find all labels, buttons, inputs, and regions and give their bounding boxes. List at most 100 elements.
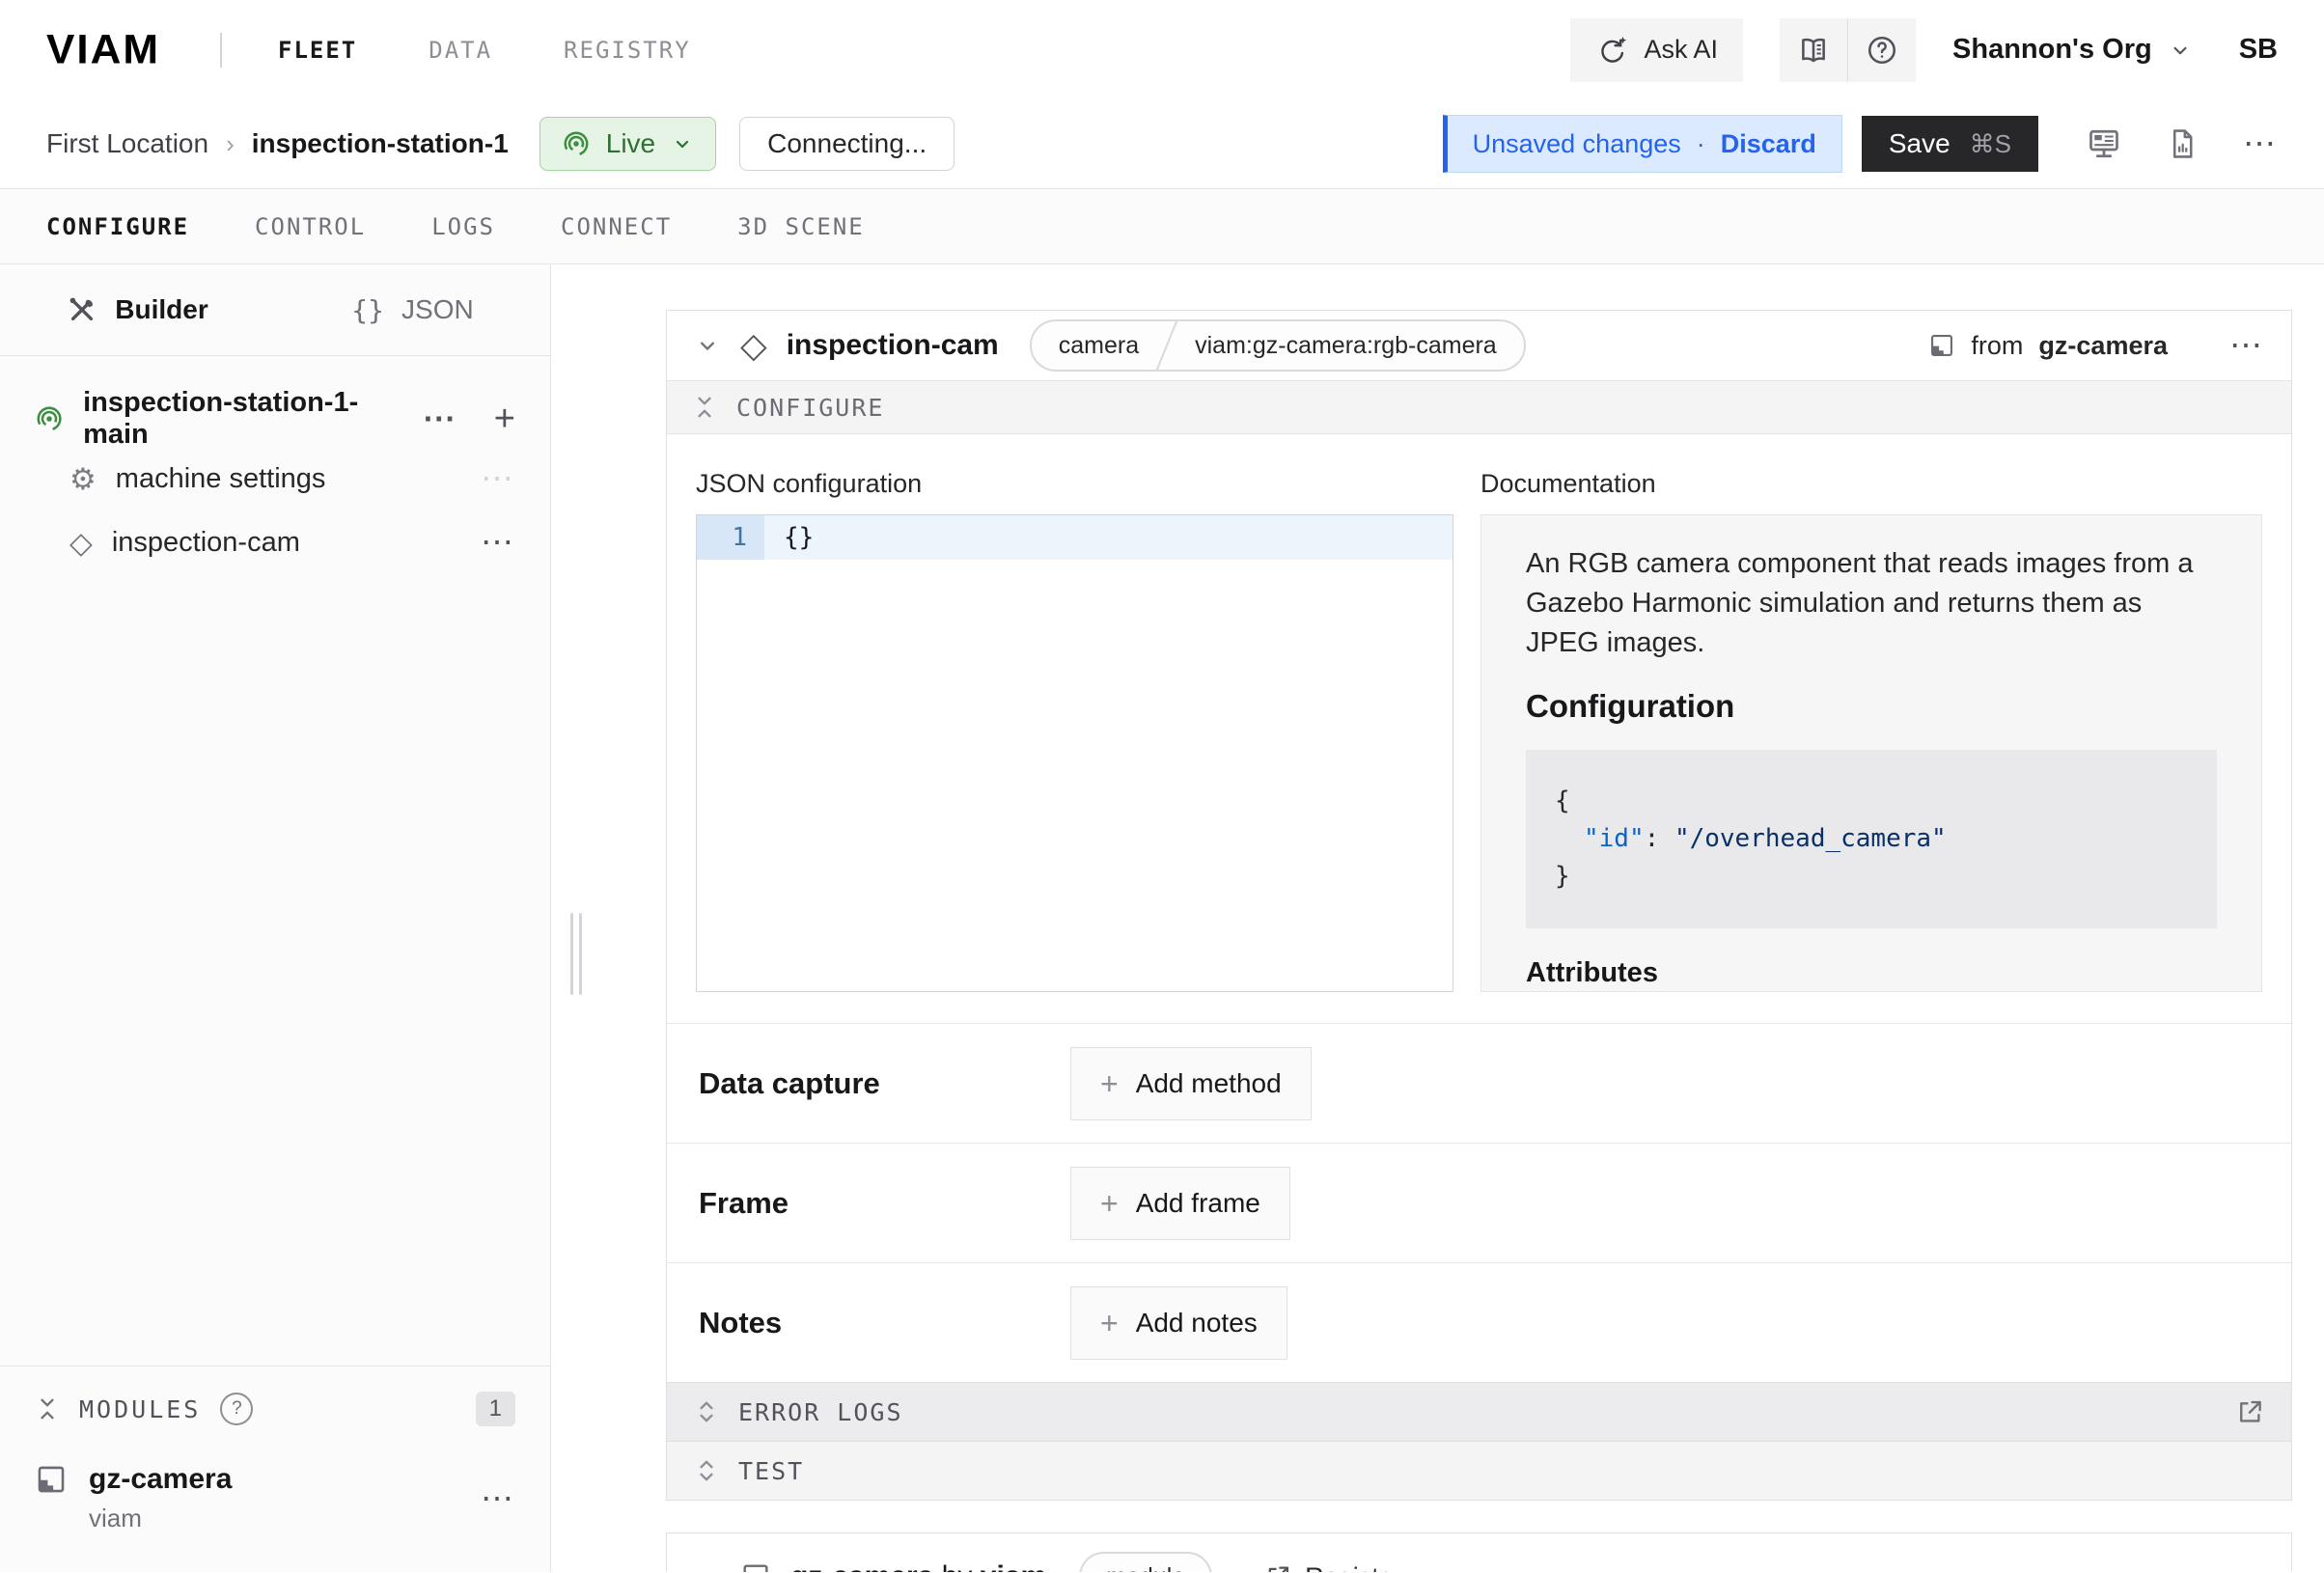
external-link-icon (1264, 1563, 1291, 1572)
tree-root-part[interactable]: inspection-station-1-main ⋯ + (0, 391, 550, 447)
add-frame-button[interactable]: + Add frame (1070, 1167, 1290, 1240)
tree-root-actions: ⋯ + (423, 400, 515, 437)
viam-logo[interactable]: VIAM (46, 27, 160, 73)
avatar[interactable]: SB (2239, 34, 2278, 66)
from-module: from gz-camera (1928, 331, 2168, 361)
component-type-pill: camera viam:gz-camera:rgb-camera (1030, 319, 1526, 372)
more-options-icon[interactable]: ⋯ (481, 526, 515, 559)
help-button[interactable] (1847, 18, 1916, 82)
code-line: } (1555, 858, 2188, 896)
error-logs-bar[interactable]: ERROR LOGS (667, 1382, 2291, 1441)
help-icon (1866, 34, 1898, 67)
plus-icon: + (1100, 1188, 1119, 1219)
tab-configure[interactable]: CONFIGURE (46, 213, 189, 240)
ask-ai-label: Ask AI (1644, 35, 1718, 65)
collapse-icon (692, 395, 717, 420)
save-button[interactable]: Save ⌘S (1862, 116, 2038, 172)
mode-builder[interactable]: Builder (0, 264, 275, 355)
component-type: camera (1032, 332, 1166, 360)
tab-logs[interactable]: LOGS (431, 213, 495, 240)
line-number: 1 (697, 515, 764, 560)
docs-button[interactable] (1780, 18, 1847, 82)
add-method-button[interactable]: + Add method (1070, 1047, 1312, 1120)
component-model: viam:gz-camera:rgb-camera (1168, 332, 1524, 360)
machine-status-button[interactable]: Live (540, 117, 716, 171)
report-file-icon[interactable] (2166, 127, 2199, 160)
mode-json[interactable]: {} JSON (275, 264, 550, 355)
nav-data[interactable]: DATA (429, 37, 492, 64)
collapse-icon[interactable] (35, 1396, 60, 1421)
connection-status-button[interactable]: Connecting... (739, 117, 954, 171)
chevron-down-icon[interactable] (694, 1563, 721, 1572)
registry-link[interactable]: Registry (1264, 1562, 1400, 1573)
broadcast-icon (562, 129, 591, 158)
registry-label: Registry (1305, 1562, 1400, 1573)
modules-help-icon[interactable]: ? (220, 1393, 253, 1425)
module-icon (1928, 332, 1955, 359)
module-badge: module (1079, 1552, 1212, 1572)
app-header: VIAM FLEET DATA REGISTRY Ask AI (0, 0, 2324, 99)
chevron-down-icon (671, 132, 694, 155)
frame-section: Frame + Add frame (667, 1143, 2291, 1262)
documentation-panel[interactable]: An RGB camera component that reads image… (1480, 514, 2262, 992)
data-capture-section: Data capture + Add method (667, 1023, 2291, 1143)
book-icon (1797, 34, 1830, 67)
frame-title: Frame (699, 1186, 1070, 1221)
screen-share-icon[interactable] (2087, 126, 2121, 161)
dot-separator: · (1697, 129, 1705, 159)
more-options-icon[interactable]: ⋯ (423, 402, 457, 435)
tree-item-machine-settings[interactable]: ⚙ machine settings ⋯ (0, 447, 550, 511)
sidebar-drag-handle[interactable] (570, 913, 582, 995)
module-card-by: by (942, 1560, 973, 1572)
expand-icon (694, 1458, 719, 1483)
tree-item-label: machine settings (116, 463, 326, 495)
nav-registry[interactable]: REGISTRY (564, 37, 691, 64)
chevron-down-icon[interactable] (694, 332, 721, 359)
discard-button[interactable]: Discard (1721, 129, 1816, 159)
more-options-icon[interactable]: ⋯ (2243, 127, 2278, 160)
ask-ai-button[interactable]: Ask AI (1570, 18, 1743, 82)
error-logs-label: ERROR LOGS (738, 1398, 903, 1426)
mode-json-label: JSON (401, 294, 474, 325)
nav-fleet[interactable]: FLEET (278, 37, 357, 64)
tab-3d-scene[interactable]: 3D SCENE (737, 213, 865, 240)
json-config-editor[interactable]: 1 {} (696, 514, 1453, 992)
add-notes-button[interactable]: + Add notes (1070, 1286, 1287, 1360)
configuration-heading: Configuration (1526, 688, 2217, 725)
org-name: Shannon's Org (1952, 34, 2152, 66)
editor-line: 1 {} (697, 515, 1452, 560)
configure-section-body: JSON configuration 1 {} Documentation An… (667, 434, 2291, 1023)
documentation-code-block: { "id": "/overhead_camera" } (1526, 750, 2217, 928)
machine-part-tree: inspection-station-1-main ⋯ + ⚙ machine … (0, 356, 550, 1366)
config-mode-toggle: Builder {} JSON (0, 264, 550, 356)
editor-code: {} (764, 515, 1452, 560)
module-name: gz-camera (89, 1463, 232, 1496)
chevron-down-icon (2168, 38, 2193, 63)
from-module-name[interactable]: gz-camera (2038, 331, 2168, 361)
module-icon (740, 1561, 771, 1572)
breadcrumb-location[interactable]: First Location (46, 128, 208, 159)
save-shortcut: ⌘S (1970, 129, 2011, 159)
test-label: TEST (738, 1457, 804, 1485)
org-switcher[interactable]: Shannon's Org (1952, 34, 2193, 66)
tab-control[interactable]: CONTROL (255, 213, 366, 240)
module-card-gz-camera: gz-camera by viam module Registry (666, 1532, 2292, 1572)
module-list-item[interactable]: gz-camera viam ⋯ (35, 1463, 515, 1533)
more-options-icon[interactable]: ⋯ (481, 1482, 515, 1515)
more-options-icon[interactable]: ⋯ (481, 462, 515, 495)
test-bar[interactable]: TEST (667, 1441, 2291, 1500)
module-card-header: gz-camera by viam module Registry (667, 1533, 2291, 1572)
more-options-icon[interactable]: ⋯ (2229, 329, 2264, 362)
sidebar: Builder {} JSON inspection-station-1-mai… (0, 264, 551, 1572)
mode-builder-label: Builder (115, 294, 208, 325)
external-link-icon[interactable] (2235, 1397, 2264, 1426)
main-panel: ◇ inspection-cam camera viam:gz-camera:r… (613, 264, 2324, 1572)
add-component-icon[interactable]: + (494, 400, 515, 437)
configure-section-bar[interactable]: CONFIGURE (667, 380, 2291, 434)
code-line: "id": "/overhead_camera" (1555, 820, 2188, 858)
tab-connect[interactable]: CONNECT (561, 213, 672, 240)
tree-item-inspection-cam[interactable]: ◇ inspection-cam ⋯ (0, 511, 550, 574)
component-diamond-icon: ◇ (69, 528, 93, 558)
help-icon-group (1780, 18, 1916, 82)
header-right: Ask AI (1570, 18, 2278, 82)
